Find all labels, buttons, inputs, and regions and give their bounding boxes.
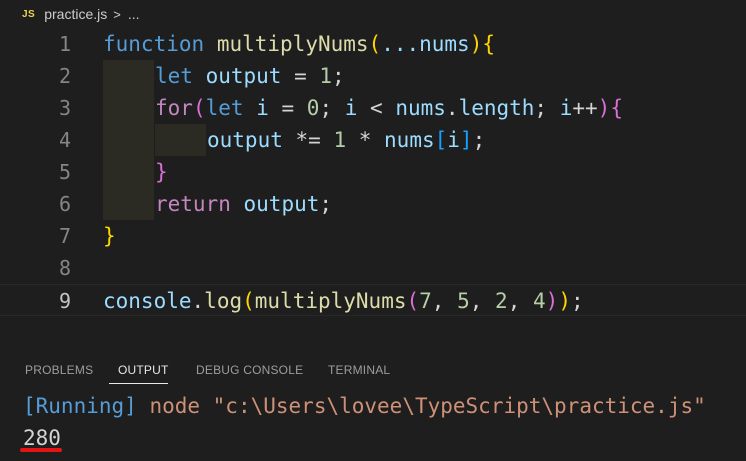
panel-divider: [0, 346, 746, 347]
code-text: let output = 1;: [155, 64, 345, 88]
code-line: 4 output *= 1 * nums[i];: [0, 124, 746, 156]
code-line: 2 let output = 1;: [0, 60, 746, 92]
active-tab-indicator: [109, 383, 168, 384]
code-line: 3 for(let i = 0; i < nums.length; i++){: [0, 92, 746, 124]
output-running-line: [Running] node "c:\Users\lovee\TypeScrip…: [23, 390, 706, 422]
code-line: 8: [0, 252, 746, 284]
code-line: 1 function multiplyNums(...nums){: [0, 28, 746, 60]
code-text: }: [103, 224, 116, 248]
result-highlight-underline: [20, 448, 62, 452]
breadcrumb-file[interactable]: practice.js: [44, 6, 107, 22]
code-text: return output;: [155, 192, 333, 216]
tab-output[interactable]: OUTPUT: [118, 363, 169, 377]
line-number: 1: [58, 32, 71, 56]
line-number: 6: [58, 192, 71, 216]
line-number: 5: [58, 160, 71, 184]
chevron-right-icon: >: [113, 6, 121, 22]
code-text: output *= 1 * nums[i];: [207, 128, 486, 152]
line-number: 2: [58, 64, 71, 88]
tab-terminal[interactable]: TERMINAL: [328, 363, 390, 377]
code-text: function multiplyNums(...nums){: [103, 32, 496, 56]
breadcrumb-more[interactable]: ...: [128, 6, 140, 22]
line-number: 4: [58, 128, 71, 152]
breadcrumb: JS practice.js > ...: [0, 0, 746, 28]
line-number: 9: [58, 289, 71, 313]
line-number: 3: [58, 96, 71, 120]
code-editor[interactable]: 1 function multiplyNums(...nums){ 2 let …: [0, 28, 746, 346]
panel-tabs: PROBLEMS OUTPUT DEBUG CONSOLE TERMINAL: [0, 355, 746, 385]
code-line-current: 9 console.log(multiplyNums(7, 5, 2, 4));: [0, 284, 746, 316]
tab-problems[interactable]: PROBLEMS: [25, 363, 93, 377]
code-text: console.log(multiplyNums(7, 5, 2, 4));: [103, 289, 584, 313]
code-line: 6 return output;: [0, 188, 746, 220]
code-text: }: [155, 160, 168, 184]
run-command: node "c:\Users\lovee\TypeScript\practice…: [149, 394, 706, 418]
line-number: 8: [58, 256, 71, 280]
code-line: 5 }: [0, 156, 746, 188]
code-text: for(let i = 0; i < nums.length; i++){: [155, 96, 623, 120]
code-line: 7 }: [0, 220, 746, 252]
line-number: 7: [58, 224, 71, 248]
js-file-icon: JS: [22, 8, 36, 20]
tab-debug-console[interactable]: DEBUG CONSOLE: [196, 363, 303, 377]
running-label: [Running]: [23, 394, 137, 418]
